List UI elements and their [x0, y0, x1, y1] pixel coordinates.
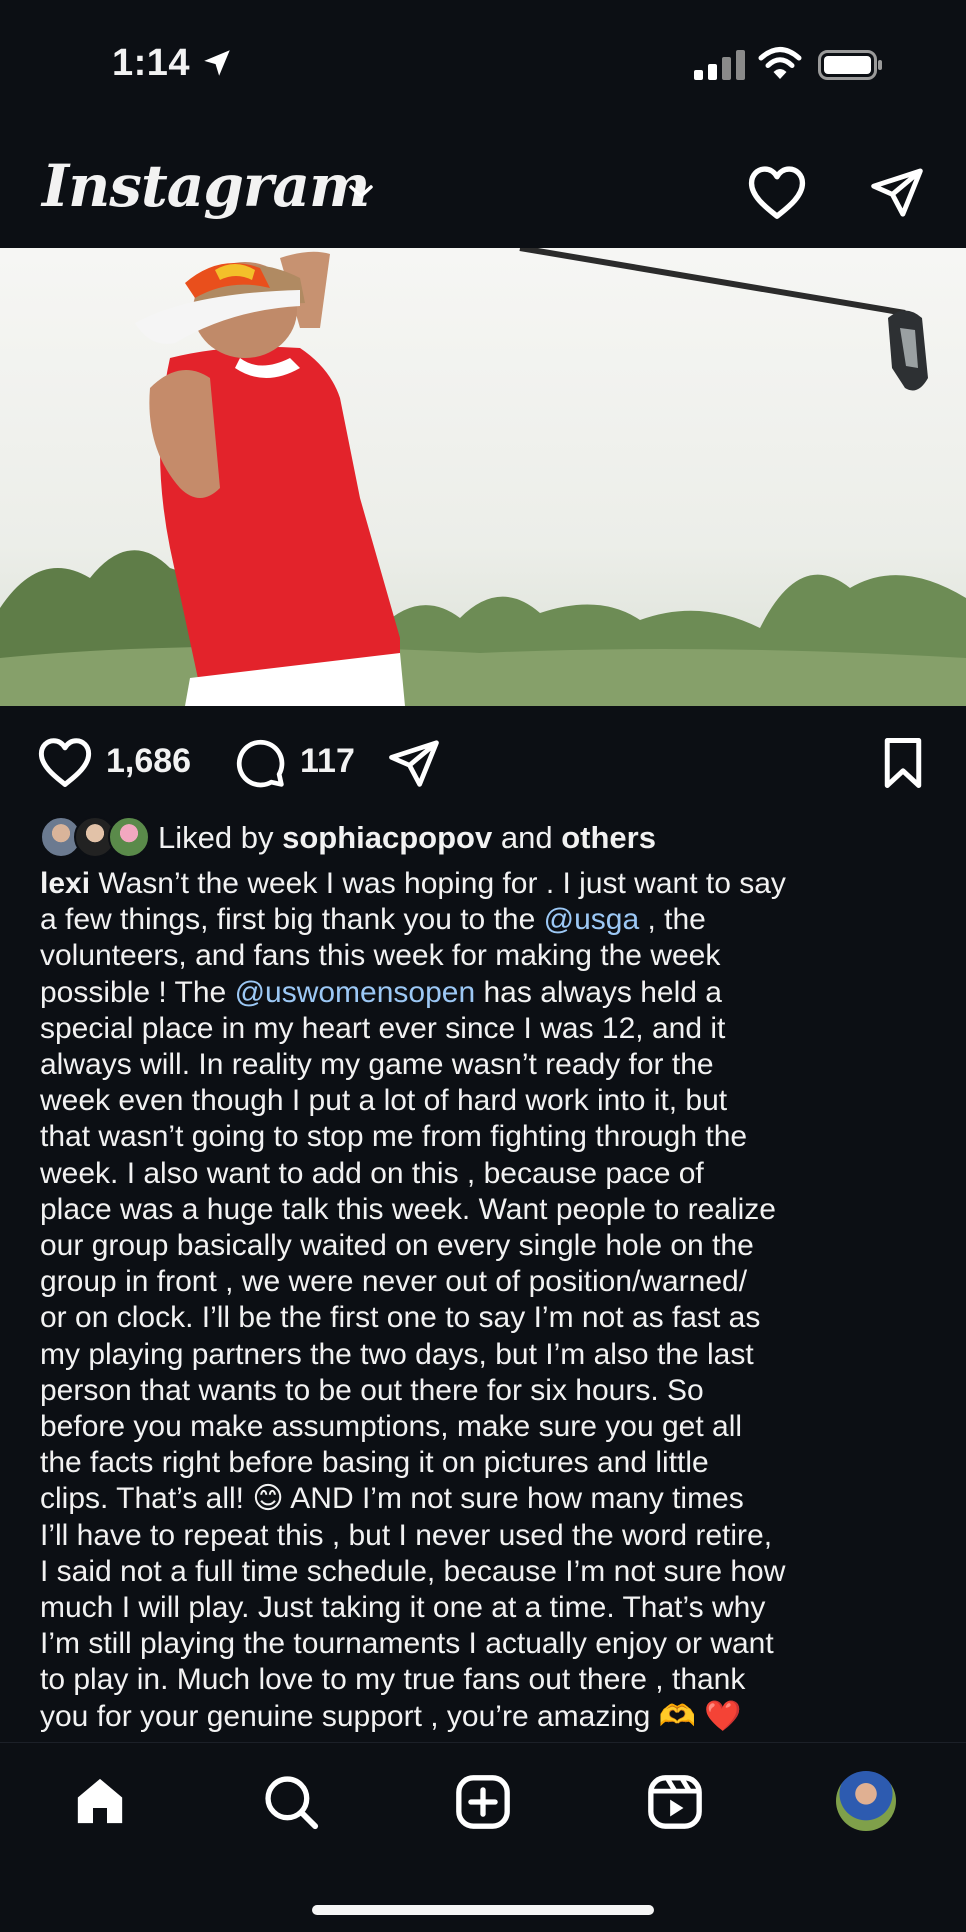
caption-text: , the	[639, 903, 706, 937]
caption-line: volunteers, and fans this week for makin…	[40, 939, 721, 973]
post-photo[interactable]	[0, 248, 966, 706]
caption-text: has always held a	[475, 975, 722, 1009]
caption-line: I said not a full time schedule, because…	[40, 1554, 786, 1588]
home-icon[interactable]	[70, 1773, 130, 1829]
comment-icon[interactable]	[232, 736, 288, 790]
caption-line: a few things, first big thank you to the…	[40, 902, 940, 938]
like-count[interactable]: 1,686	[106, 742, 191, 781]
liked-by-row[interactable]: Liked by sophiacpopov and others	[40, 814, 940, 862]
app-header: Instagram	[0, 140, 966, 248]
like-heart-icon[interactable]	[36, 736, 94, 788]
battery-icon	[818, 50, 882, 80]
create-post-icon[interactable]	[454, 1773, 512, 1831]
liked-by-others[interactable]: others	[561, 820, 656, 855]
comment-count[interactable]: 117	[300, 742, 355, 781]
caption-line: person that wants to be out there for si…	[40, 1373, 704, 1407]
caption-line: before you make assumptions, make sure y…	[40, 1410, 743, 1444]
search-icon[interactable]	[262, 1773, 320, 1831]
caption-line: I’m still playing the tournaments I actu…	[40, 1627, 774, 1661]
caption-line: the facts right before basing it on pict…	[40, 1446, 709, 1480]
reels-icon[interactable]	[646, 1773, 704, 1831]
caption-line: always will. In reality my game wasn’t r…	[40, 1048, 714, 1082]
direct-message-icon[interactable]	[868, 164, 926, 220]
profile-avatar[interactable]	[836, 1771, 896, 1831]
location-arrow-icon	[204, 50, 230, 76]
heart-icon[interactable]	[746, 164, 808, 220]
caption-line: our group basically waited on every sing…	[40, 1229, 754, 1263]
post-actions: 1,686 117	[0, 730, 966, 794]
chevron-down-icon[interactable]	[346, 182, 376, 202]
caption-line: much I will play. Just taking it one at …	[40, 1591, 766, 1625]
bottom-nav	[0, 1742, 966, 1932]
signal-icon	[694, 50, 745, 80]
caption-line: you for your genuine support , you’re am…	[40, 1699, 742, 1733]
caption-line: my playing partners the two days, but I’…	[40, 1337, 754, 1371]
post-caption: lexi Wasn’t the week I was hoping for . …	[40, 866, 940, 1735]
caption-line: lexi Wasn’t the week I was hoping for . …	[40, 866, 940, 902]
wifi-icon	[758, 47, 802, 79]
caption-line: week even though I put a lot of hard wor…	[40, 1084, 728, 1118]
instagram-logo[interactable]: Instagram	[42, 152, 370, 220]
caption-text: Wasn’t the week I was hoping for . I jus…	[90, 867, 786, 900]
caption-line: special place in my heart ever since I w…	[40, 1011, 726, 1045]
mention-link[interactable]: @uswomensopen	[235, 976, 476, 1009]
caption-username[interactable]: lexi	[40, 867, 90, 900]
share-icon[interactable]	[386, 736, 442, 790]
caption-line: or on clock. I’ll be the first one to sa…	[40, 1301, 761, 1335]
caption-line: I’ll have to repeat this , but I never u…	[40, 1518, 773, 1552]
liked-by-user[interactable]: sophiacpopov	[282, 820, 492, 855]
caption-line: clips. That’s all! 😊 AND I’m not sure ho…	[40, 1482, 744, 1516]
liked-by-and: and	[500, 820, 553, 855]
caption-text: a few things, first big thank you to the	[40, 903, 544, 937]
caption-line: week. I also want to add on this , becau…	[40, 1156, 704, 1190]
caption-line: place was a huge talk this week. Want pe…	[40, 1192, 776, 1226]
avatar	[108, 816, 150, 858]
status-bar: 1:14	[0, 0, 966, 140]
mention-link[interactable]: @usga	[544, 903, 640, 936]
status-time: 1:14	[112, 42, 191, 84]
golfer-image	[0, 248, 966, 706]
caption-line: that wasn’t going to stop me from fighti…	[40, 1120, 748, 1154]
home-indicator	[312, 1905, 654, 1915]
liked-by-text: Liked by sophiacpopov and others	[158, 820, 656, 856]
caption-text: possible ! The	[40, 975, 235, 1009]
bookmark-icon[interactable]	[878, 736, 928, 790]
liked-by-prefix: Liked by	[158, 820, 274, 855]
caption-line: group in front , we were never out of po…	[40, 1265, 748, 1299]
liker-avatars	[40, 816, 152, 860]
caption-line: possible ! The @uswomensopen has always …	[40, 975, 940, 1011]
caption-line: to play in. Much love to my true fans ou…	[40, 1663, 746, 1697]
